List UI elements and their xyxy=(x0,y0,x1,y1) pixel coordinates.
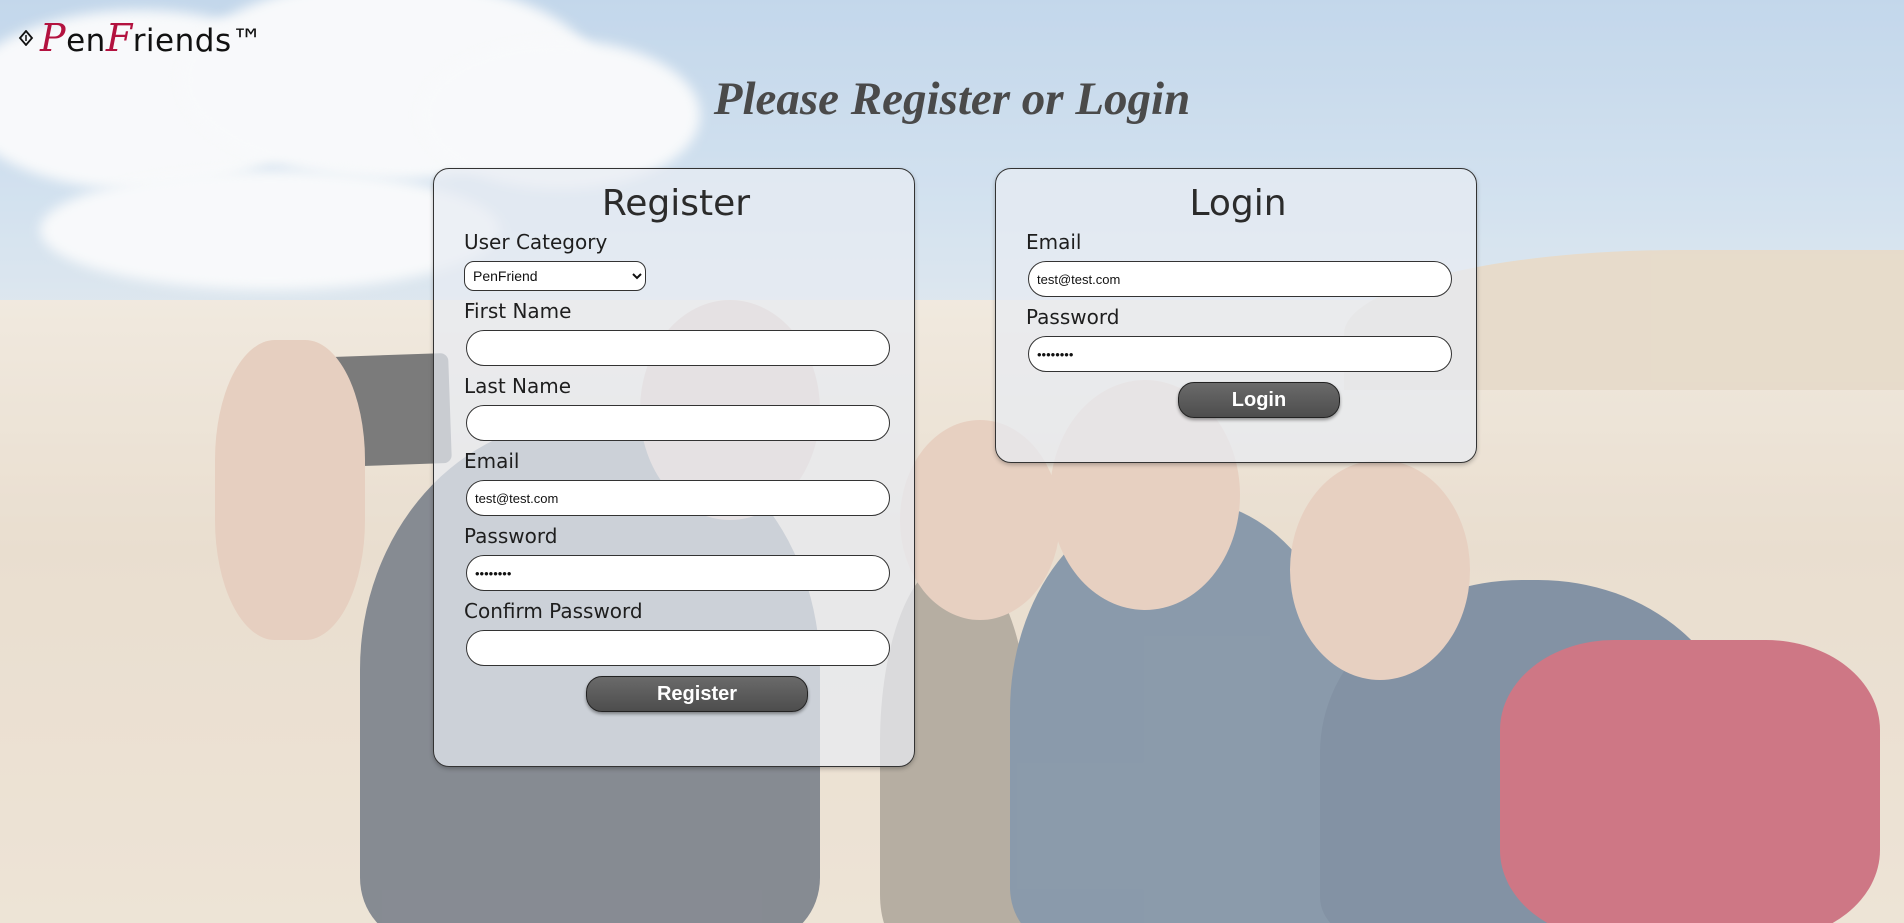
register-button[interactable]: Register xyxy=(586,676,808,712)
login-email-field[interactable] xyxy=(1028,261,1452,297)
confirm-password-field[interactable] xyxy=(466,630,890,666)
logo-text-riends: riends™ xyxy=(132,23,264,59)
register-title: Register xyxy=(601,183,751,224)
brand-logo[interactable]: PenFriends™ xyxy=(18,16,263,60)
login-title: Login xyxy=(1189,183,1287,224)
register-email-field[interactable] xyxy=(466,480,890,516)
confirm-password-label: Confirm Password xyxy=(464,599,643,623)
first-name-field[interactable] xyxy=(466,330,890,366)
logo-letter-p: P xyxy=(40,16,67,60)
register-password-label: Password xyxy=(464,524,558,548)
login-password-label: Password xyxy=(1026,305,1120,329)
background-overlay xyxy=(0,0,1904,923)
register-card: Register User Category PenFriend First N… xyxy=(433,168,915,767)
user-category-label: User Category xyxy=(464,230,608,254)
pen-nib-icon xyxy=(18,30,34,46)
last-name-label: Last Name xyxy=(464,374,572,398)
first-name-label: First Name xyxy=(464,299,572,323)
login-button[interactable]: Login xyxy=(1178,382,1340,418)
login-password-field[interactable] xyxy=(1028,336,1452,372)
login-card: Login Email Password Login xyxy=(995,168,1477,463)
background-photo xyxy=(0,0,1904,923)
register-email-label: Email xyxy=(464,449,520,473)
login-email-label: Email xyxy=(1026,230,1082,254)
register-password-field[interactable] xyxy=(466,555,890,591)
logo-letter-f: F xyxy=(105,16,133,60)
logo-text-en: en xyxy=(66,23,106,59)
user-category-select[interactable]: PenFriend xyxy=(464,261,646,291)
brand-name: PenFriends™ xyxy=(40,16,263,60)
last-name-field[interactable] xyxy=(466,405,890,441)
page-title: Please Register or Login xyxy=(713,73,1191,125)
